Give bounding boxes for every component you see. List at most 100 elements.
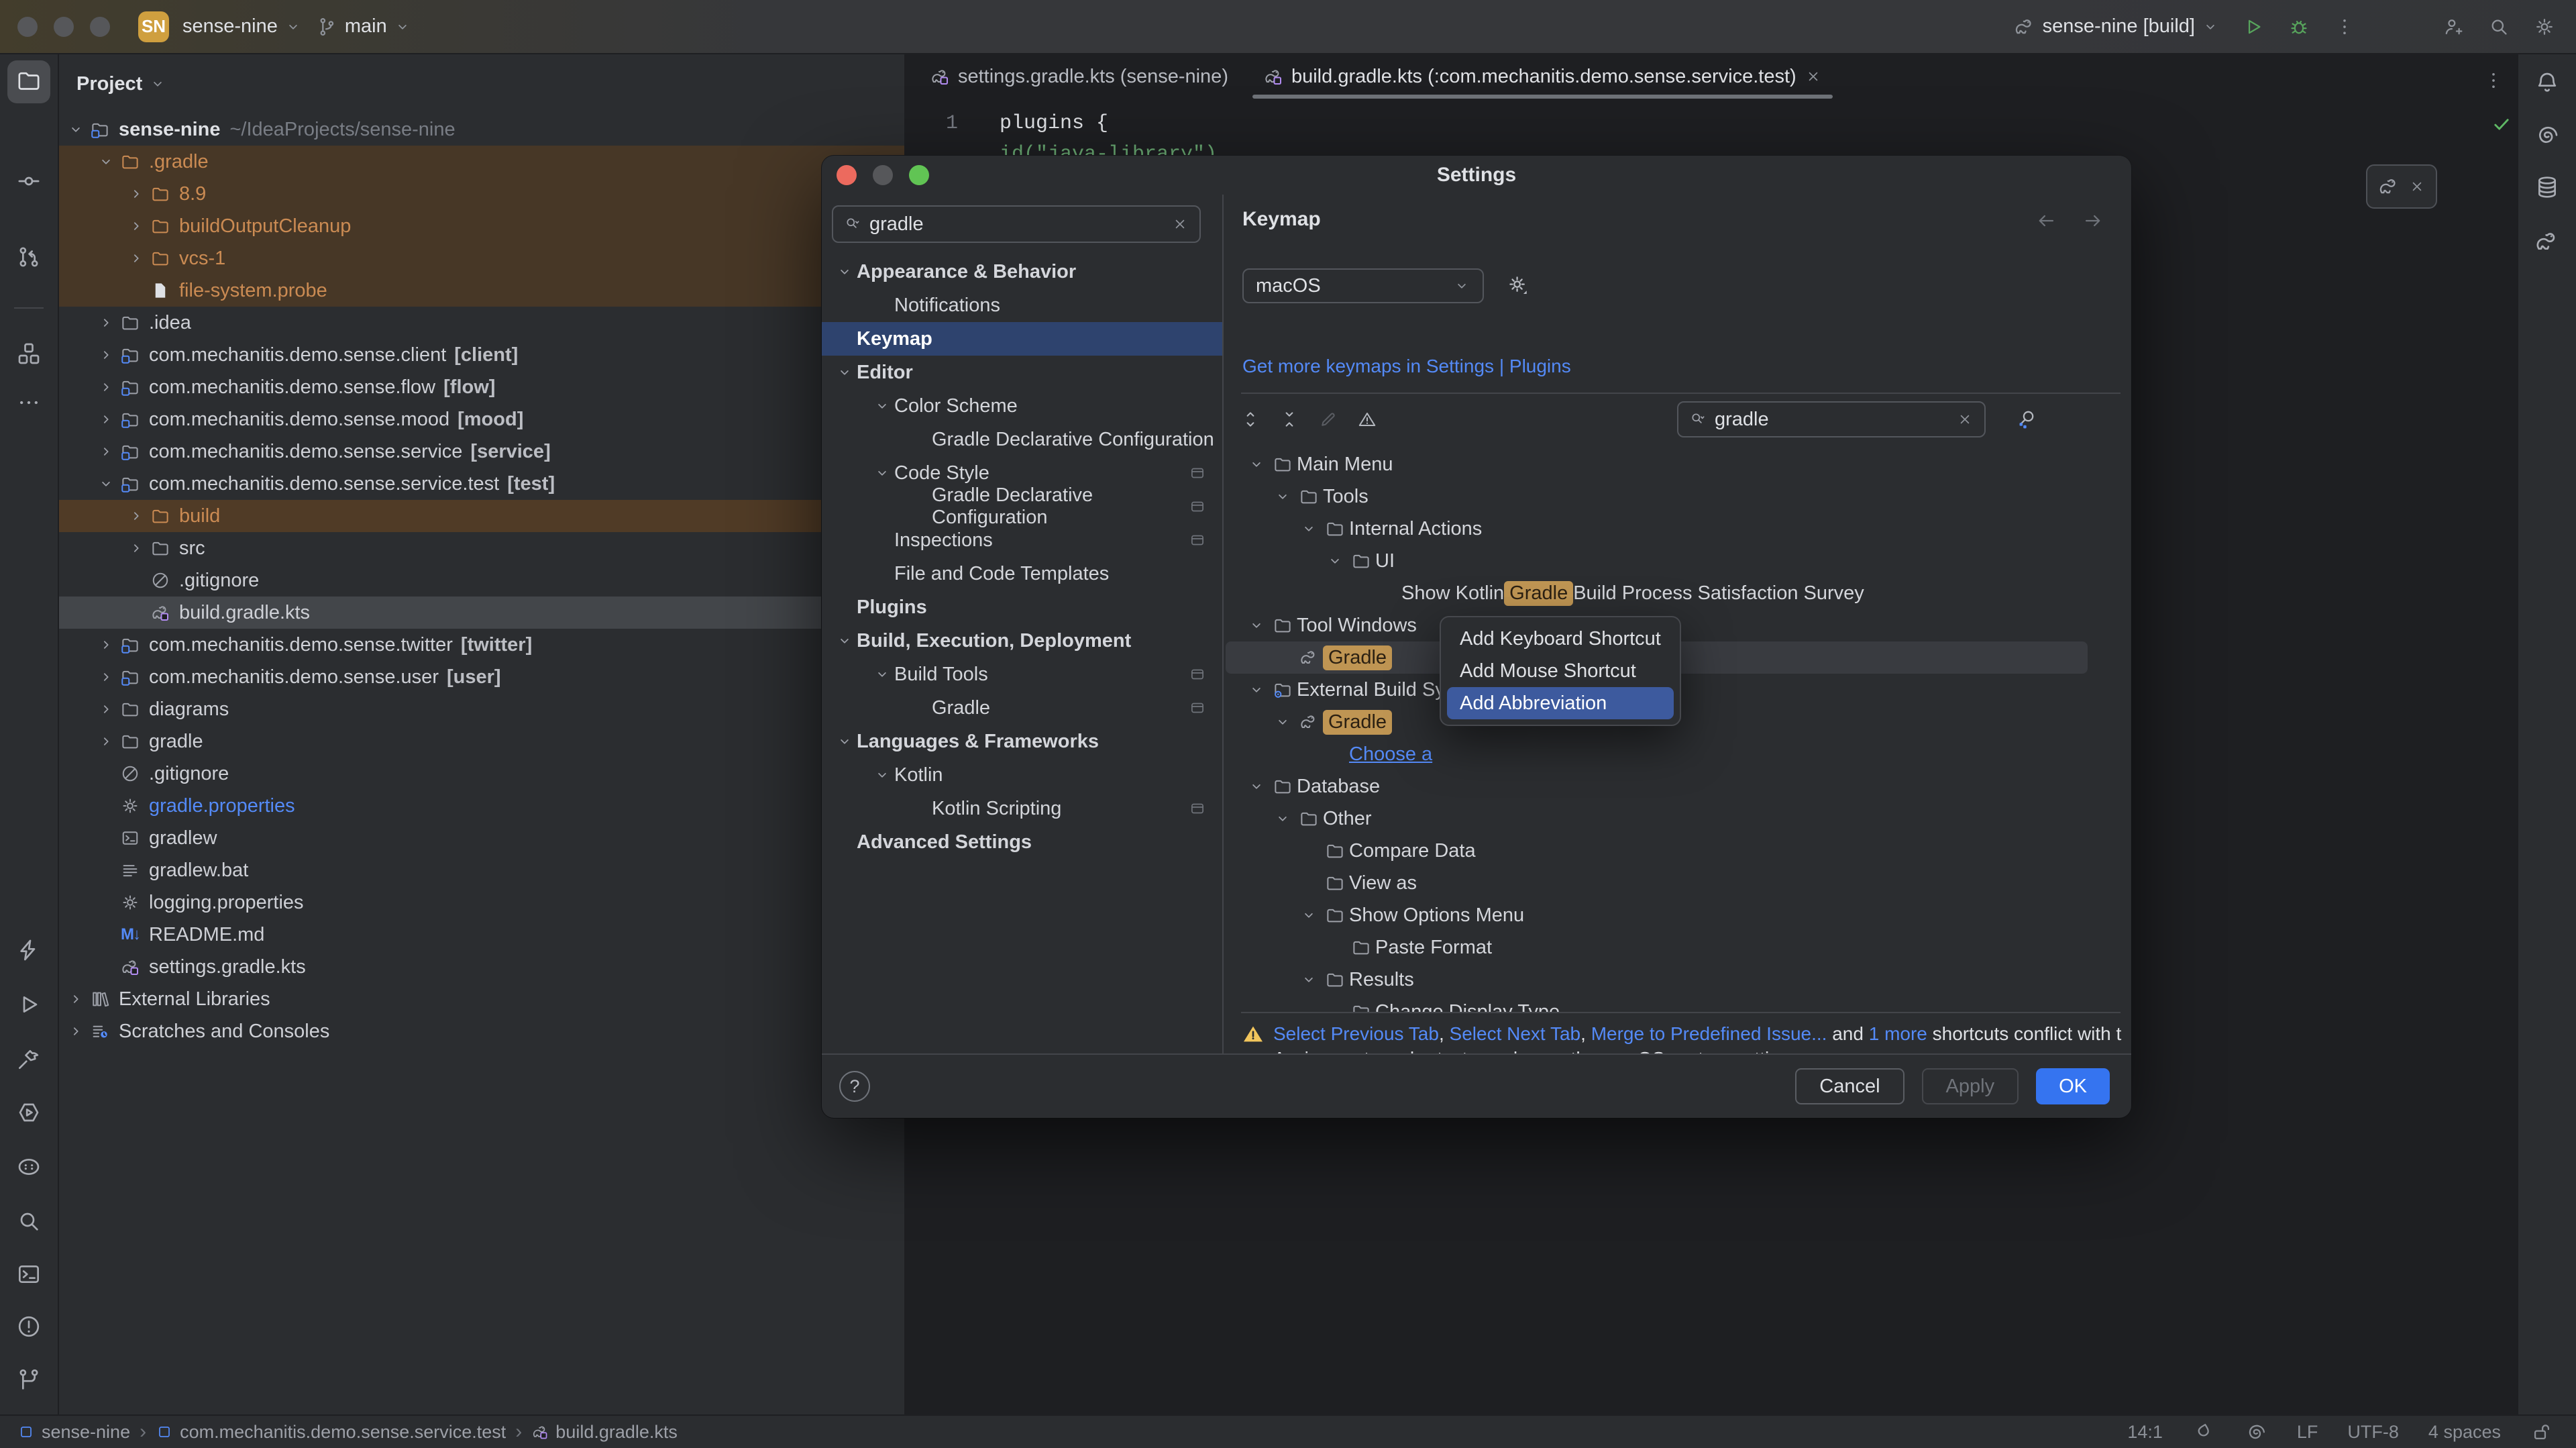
minimize-window-button[interactable] (54, 16, 74, 37)
collapse-all-button[interactable] (1276, 406, 1303, 433)
chevron-down-icon[interactable] (870, 397, 894, 415)
project-tree-row[interactable]: .gitignore (59, 564, 904, 597)
inspections-ok-icon[interactable] (2490, 113, 2513, 136)
chevron-right-icon[interactable] (95, 346, 117, 364)
keymap-action-link[interactable]: Choose a (1349, 743, 1432, 766)
chevron-down-icon[interactable] (95, 153, 117, 170)
chevron-right-icon[interactable] (95, 378, 117, 396)
project-tree-row[interactable]: .gradle (59, 146, 904, 178)
chevron-down-icon[interactable] (870, 464, 894, 482)
breadcrumb-item[interactable]: com.mechanitis.demo.sense.service.test (156, 1422, 506, 1443)
project-tree-row[interactable]: diagrams (59, 693, 904, 725)
project-tree-row[interactable]: logging.properties (59, 886, 904, 919)
chevron-down-icon[interactable] (1244, 681, 1269, 699)
chevron-right-icon[interactable] (95, 668, 117, 686)
conflict-shortcut-link[interactable]: 1 more (1869, 1023, 1927, 1044)
project-selector[interactable]: sense-nine (182, 15, 302, 38)
chevron-right-icon[interactable] (125, 539, 148, 557)
settings-nav-item[interactable]: Kotlin Scripting (822, 792, 1222, 825)
more-tools-button[interactable] (7, 382, 50, 425)
project-tree-row[interactable]: 8.9 (59, 178, 904, 210)
keymap-tree-row[interactable]: Change Display Type (1226, 996, 2088, 1012)
keymap-tree-row[interactable]: Other (1226, 803, 2088, 835)
ai-assistant-icon[interactable] (2245, 1420, 2267, 1443)
context-menu-item[interactable]: Add Mouse Shortcut (1441, 655, 1680, 687)
project-tree-row[interactable]: M↓ README.md (59, 919, 904, 951)
editor-tab[interactable]: settings.gradle.kts (sense-nine) (912, 54, 1246, 99)
ide-settings-button[interactable] (2533, 15, 2556, 38)
project-tree-row[interactable]: gradlew (59, 822, 904, 854)
project-tool-button[interactable] (7, 60, 50, 103)
editor-tab[interactable]: build.gradle.kts (:com.mechanitis.demo.s… (1246, 54, 1839, 99)
project-tree-row[interactable]: com.mechanitis.demo.sense.mood [mood] (59, 403, 904, 435)
conflict-shortcut-link[interactable]: Select Next Tab (1450, 1023, 1581, 1044)
services-tool-button[interactable] (7, 1092, 50, 1135)
project-tree-row[interactable]: com.mechanitis.demo.sense.client [client] (59, 339, 904, 371)
chevron-down-icon[interactable] (1244, 617, 1269, 634)
ok-button[interactable]: OK (2036, 1068, 2110, 1104)
grazie-icon[interactable] (2192, 1420, 2215, 1443)
settings-nav-item[interactable]: Appearance & Behavior (822, 255, 1222, 289)
indent-size[interactable]: 4 spaces (2428, 1422, 2501, 1443)
project-tree-row[interactable]: build.gradle.kts (59, 597, 904, 629)
chevron-right-icon[interactable] (125, 185, 148, 203)
keymap-search-field[interactable] (1677, 401, 1986, 437)
chevron-down-icon[interactable] (870, 766, 894, 784)
breadcrumb-item[interactable]: build.gradle.kts (531, 1422, 678, 1443)
settings-search-field[interactable] (832, 205, 1201, 243)
settings-nav-item[interactable]: File and Code Templates (822, 557, 1222, 590)
conflict-shortcut-link[interactable]: Merge to Predefined Issue... (1591, 1023, 1827, 1044)
ai-assistant-button[interactable] (2526, 115, 2569, 158)
chevron-down-icon[interactable] (1244, 778, 1269, 795)
project-tree-row[interactable]: gradle (59, 725, 904, 758)
chevron-right-icon[interactable] (95, 733, 117, 750)
keymap-tree-row[interactable]: Main Menu (1226, 448, 2088, 480)
chevron-right-icon[interactable] (95, 636, 117, 654)
chevron-down-icon[interactable] (870, 666, 894, 683)
meet-tool-button[interactable] (7, 1147, 50, 1190)
project-tree-row[interactable]: src (59, 532, 904, 564)
chevron-down-icon[interactable] (833, 632, 857, 650)
project-tree-row[interactable]: settings.gradle.kts (59, 951, 904, 983)
chevron-down-icon[interactable] (833, 364, 857, 381)
more-actions-button[interactable] (2333, 15, 2356, 38)
edit-shortcut-button[interactable] (1315, 406, 1342, 433)
structure-tool-button[interactable] (7, 333, 50, 376)
commit-tool-button[interactable] (7, 161, 50, 204)
keymap-tree-row[interactable]: Show Options Menu (1226, 899, 2088, 931)
tab-options-button[interactable] (2482, 69, 2505, 92)
chevron-right-icon[interactable] (125, 250, 148, 267)
settings-search-input[interactable] (869, 213, 1163, 236)
run-tool-button[interactable] (7, 984, 50, 1027)
caret-position[interactable]: 14:1 (2127, 1422, 2163, 1443)
file-encoding[interactable]: UTF-8 (2347, 1422, 2399, 1443)
chevron-down-icon[interactable] (1297, 520, 1321, 537)
settings-nav-item[interactable]: Notifications (822, 289, 1222, 322)
settings-nav-item[interactable]: Languages & Frameworks (822, 725, 1222, 758)
context-menu-item[interactable]: Add Keyboard Shortcut (1441, 623, 1680, 655)
find-tool-button[interactable] (7, 1201, 50, 1244)
show-conflicts-button[interactable] (1354, 406, 1381, 433)
readonly-toggle-icon[interactable] (2530, 1420, 2553, 1443)
run-button[interactable] (2242, 15, 2265, 38)
keymap-tree-row[interactable]: Database (1226, 770, 2088, 803)
forward-button[interactable] (2082, 209, 2104, 232)
expand-all-button[interactable] (1237, 406, 1264, 433)
chevron-down-icon[interactable] (1297, 971, 1321, 988)
search-everywhere-button[interactable] (2487, 15, 2510, 38)
project-tree-row[interactable]: buildOutputCleanup (59, 210, 904, 242)
settings-nav-item[interactable]: Gradle (822, 691, 1222, 725)
keymap-tree-row[interactable]: Compare Data (1226, 835, 2088, 867)
close-icon[interactable] (2408, 178, 2426, 195)
version-control-button[interactable] (7, 1359, 50, 1402)
close-tab-icon[interactable] (1805, 68, 1822, 85)
keymap-tree-row[interactable]: View as (1226, 867, 2088, 899)
clear-search-icon[interactable] (1171, 215, 1189, 233)
keymap-tree-row[interactable]: UI (1226, 545, 2088, 577)
apply-button[interactable]: Apply (1921, 1068, 2019, 1104)
branch-selector[interactable]: main (315, 15, 411, 38)
settings-nav-item[interactable]: Advanced Settings (822, 825, 1222, 859)
cancel-button[interactable]: Cancel (1795, 1068, 1904, 1104)
settings-nav-item[interactable]: Editor (822, 356, 1222, 389)
chevron-right-icon[interactable] (95, 443, 117, 460)
